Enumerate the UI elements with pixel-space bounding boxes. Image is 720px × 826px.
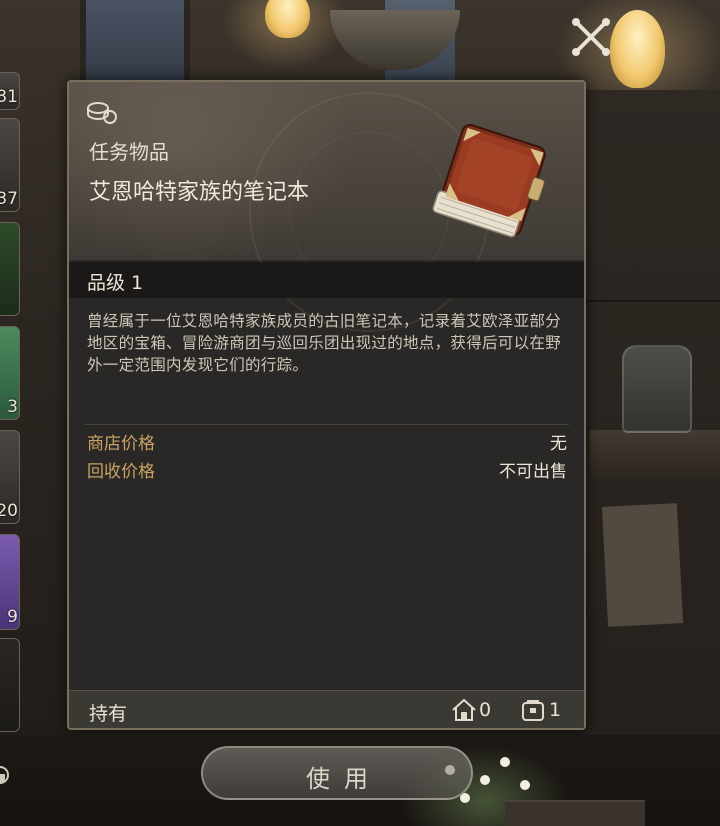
inventory-slot[interactable] xyxy=(0,638,20,732)
slot-count: 9 xyxy=(7,607,18,627)
inventory-slot[interactable]: 37 xyxy=(0,118,20,212)
use-button-label: 使用 xyxy=(306,765,382,793)
recycle-price-label: 回收价格 xyxy=(87,462,155,482)
inventory-slot[interactable]: 31 xyxy=(0,72,20,110)
background-window xyxy=(80,0,190,80)
holdings-footer: 持有 0 1 xyxy=(69,690,584,728)
background-shelf xyxy=(590,430,720,480)
inventory-slot[interactable]: 9 xyxy=(0,534,20,630)
slot-count: 37 xyxy=(0,189,18,209)
wall-lamp xyxy=(610,10,665,88)
close-button[interactable] xyxy=(569,15,613,59)
item-detail-panel: 任务物品 艾恩哈特家族的笔记本 品级 1 曾经属于一位艾恩哈特家族成员的古旧笔记… xyxy=(67,80,586,730)
item-header: 任务物品 艾恩哈特家族的笔记本 xyxy=(69,82,584,332)
item-description: 曾经属于一位艾恩哈特家族成员的古旧笔记本，记录着艾欧泽亚部分地区的宝箱、冒险游商… xyxy=(87,312,562,374)
background-box xyxy=(505,800,645,826)
inventory-slot[interactable]: 20 xyxy=(0,430,20,524)
recycle-price-row: 回收价格 不可出售 xyxy=(87,457,567,482)
slot-count: 20 xyxy=(0,501,18,521)
divider xyxy=(85,424,569,425)
lock-icon xyxy=(0,766,9,784)
use-button[interactable]: 使用 xyxy=(201,746,473,800)
grade-bar: 品级 1 xyxy=(69,262,584,298)
close-x-icon xyxy=(572,18,610,56)
inventory-bag-icon xyxy=(522,700,544,721)
ceiling-lamp xyxy=(265,0,310,38)
item-grade: 品级 1 xyxy=(87,272,144,294)
house-icon xyxy=(452,698,476,721)
wall-plank xyxy=(585,300,720,302)
book-icon xyxy=(432,123,546,238)
house-count: 0 xyxy=(479,699,492,721)
slot-count: 31 xyxy=(0,87,18,107)
holdings-label: 持有 xyxy=(89,703,128,725)
inventory-slot[interactable] xyxy=(0,222,20,316)
inventory-slot[interactable]: 3 xyxy=(0,326,20,420)
shop-price-label: 商店价格 xyxy=(87,434,155,454)
recycle-price-value: 不可出售 xyxy=(499,462,567,482)
item-category: 任务物品 xyxy=(89,140,169,164)
bag-count: 1 xyxy=(549,699,562,721)
background-jar xyxy=(622,345,692,433)
shop-price-value: 无 xyxy=(550,434,567,454)
slot-count: 3 xyxy=(7,397,18,417)
coin-stack-icon xyxy=(87,102,117,124)
shop-price-row: 商店价格 无 xyxy=(87,429,567,454)
background-paper xyxy=(601,503,684,627)
item-name: 艾恩哈特家族的笔记本 xyxy=(89,180,310,205)
